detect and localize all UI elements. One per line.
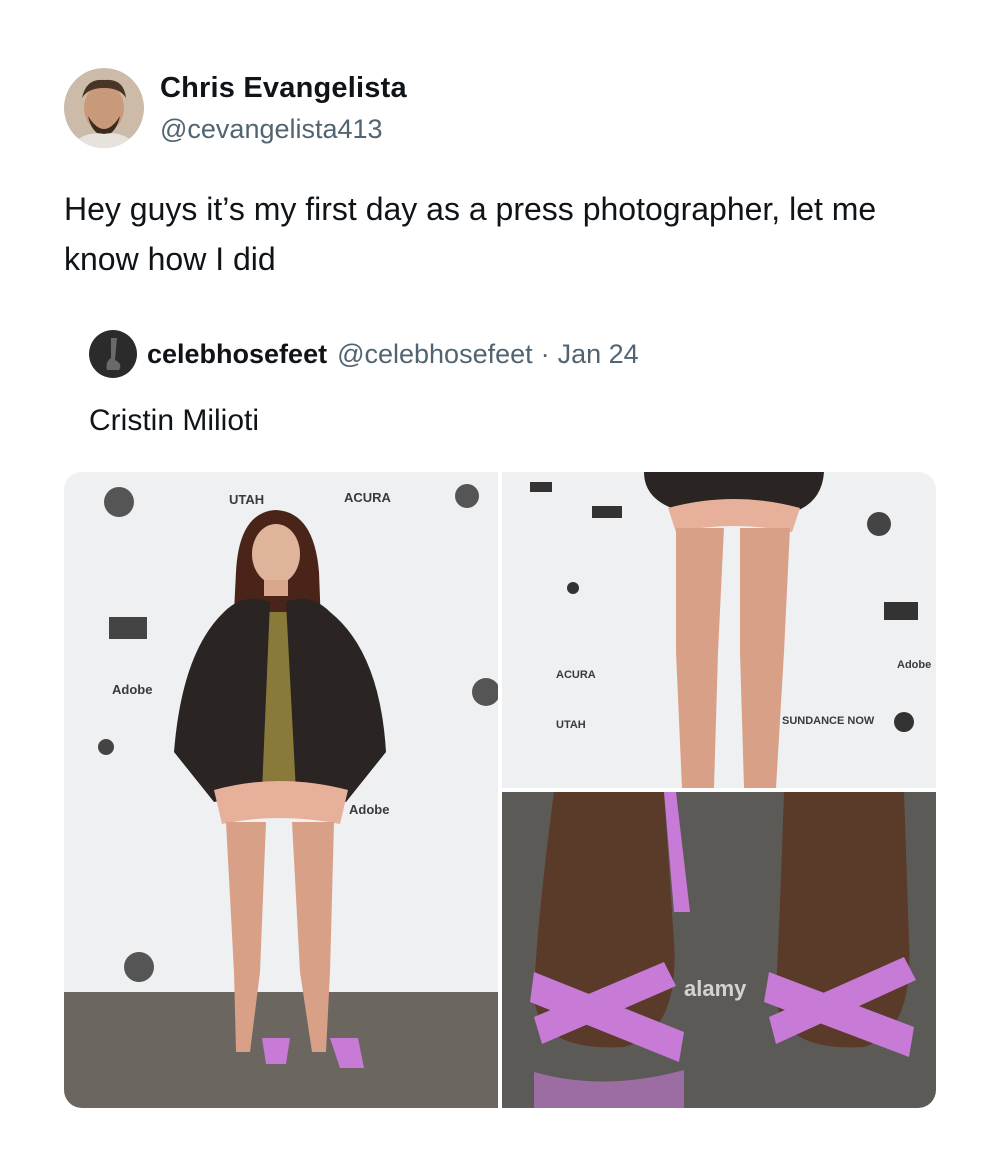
tweet-text: Hey guys it’s my first day as a press ph…: [64, 191, 877, 277]
backdrop-logo-adobe-3: Adobe: [897, 659, 931, 671]
quoted-date[interactable]: Jan 24: [558, 339, 639, 370]
author-display-name[interactable]: Chris Evangelista: [160, 69, 407, 107]
backdrop-logo-utah: UTAH: [229, 492, 264, 507]
separator-dot: ·: [540, 338, 550, 369]
tweet-header: Chris Evangelista @cevangelista413: [64, 68, 407, 148]
quoted-display-name[interactable]: celebhosefeet: [147, 339, 327, 370]
quoted-avatar[interactable]: [89, 330, 137, 378]
alamy-watermark: alamy: [684, 976, 747, 1001]
feet-photo[interactable]: alamy: [502, 792, 936, 1108]
full-body-photo[interactable]: UTAH ACURA Adobe Adobe: [64, 472, 500, 1108]
backdrop-logo-acura: ACURA: [344, 490, 392, 505]
author-avatar[interactable]: [64, 68, 144, 148]
tweet-card[interactable]: Chris Evangelista @cevangelista413 Hey g…: [0, 0, 1000, 1172]
quoted-handle[interactable]: @celebhosefeet: [337, 339, 533, 370]
author-handle[interactable]: @cevangelista413: [160, 111, 407, 147]
media-grid: UTAH ACURA Adobe Adobe ACURA UTAH SUNDAN…: [64, 472, 936, 1108]
quoted-text: Cristin Milioti: [89, 404, 260, 437]
backdrop-logo-sundance-now: SUNDANCE NOW: [782, 715, 875, 727]
legs-photo[interactable]: ACURA UTAH SUNDANCE NOW Adobe: [502, 472, 936, 788]
backdrop-logo-utah-2: UTAH: [556, 719, 586, 731]
backdrop-logo-acura-2: ACURA: [556, 669, 596, 681]
backdrop-logo-adobe-2: Adobe: [349, 802, 389, 817]
quoted-tweet-header[interactable]: celebhosefeet @celebhosefeet · Jan 24: [89, 330, 639, 378]
backdrop-logo-adobe: Adobe: [112, 682, 152, 697]
